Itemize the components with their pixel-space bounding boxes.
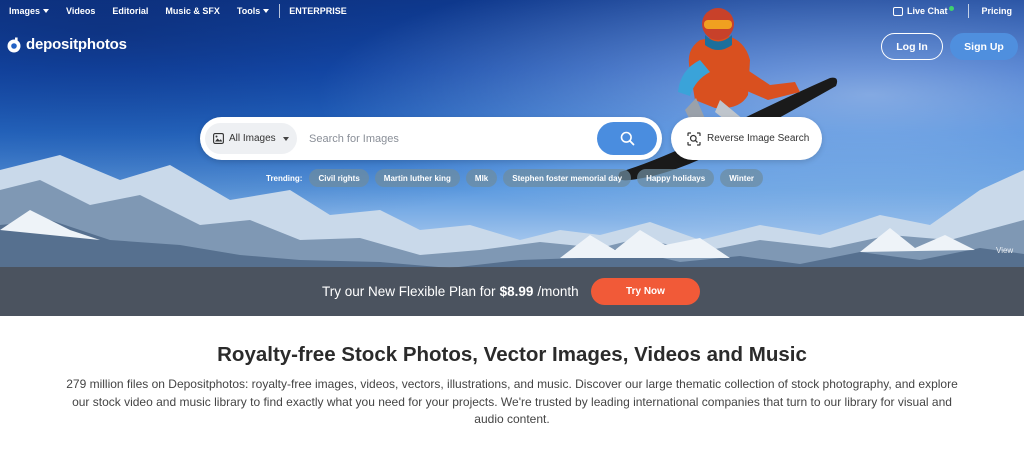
try-now-button[interactable]: Try Now (591, 278, 700, 305)
trending-chip[interactable]: Civil rights (309, 169, 369, 187)
promo-banner: Try our New Flexible Plan for $8.99 /mon… (0, 267, 1024, 316)
nav-music-sfx[interactable]: Music & SFX (165, 6, 220, 16)
pricing-link[interactable]: Pricing (981, 6, 1012, 16)
nav-right: Live Chat Pricing (892, 0, 1012, 22)
nav-enterprise[interactable]: ENTERPRISE (289, 6, 347, 16)
trending-chip[interactable]: Happy holidays (637, 169, 715, 187)
search-icon (620, 131, 634, 146)
login-button[interactable]: Log In (881, 33, 943, 60)
logo-icon (7, 37, 21, 52)
live-chat-label: Live Chat (906, 6, 948, 16)
nav-tools[interactable]: Tools (236, 6, 270, 16)
nav-editorial-label: Editorial (112, 6, 149, 16)
top-navigation: Images Videos Editorial Music & SFX Tool… (0, 0, 1024, 22)
signup-button[interactable]: Sign Up (950, 33, 1018, 60)
nav-divider (968, 4, 970, 18)
nav-tools-label: Tools (236, 6, 261, 16)
nav-videos[interactable]: Videos (66, 6, 95, 16)
trending-label: Trending: (266, 173, 303, 183)
page-headline: Royalty-free Stock Photos, Vector Images… (217, 343, 807, 366)
chevron-down-icon (263, 9, 270, 13)
depositphotos-logo[interactable]: depositphotos (6, 36, 127, 53)
trending-chip[interactable]: Winter (720, 169, 764, 187)
chevron-down-icon (282, 136, 289, 141)
nav-images-label: Images (9, 6, 41, 16)
promo-text-before: Try our New Flexible Plan for (322, 284, 496, 299)
chat-icon (892, 6, 903, 16)
chevron-down-icon (43, 9, 50, 13)
view-image-link[interactable]: View (996, 246, 1013, 255)
live-chat-link[interactable]: Live Chat (892, 5, 955, 16)
nav-divider (279, 4, 281, 18)
image-icon (213, 133, 224, 144)
nav-enterprise-label: ENTERPRISE (289, 6, 347, 16)
search-type-label: All Images (229, 133, 276, 144)
reverse-search-icon (687, 131, 701, 146)
nav-editorial[interactable]: Editorial (112, 6, 148, 16)
logo-text: depositphotos (26, 36, 127, 53)
search-bar: All Images (200, 117, 662, 160)
search-button[interactable] (597, 122, 657, 155)
trending-chip[interactable]: Martin luther king (374, 169, 460, 187)
promo-text-after: /month (537, 284, 579, 299)
search-type-dropdown[interactable]: All Images (205, 123, 297, 154)
promo-text: Try our New Flexible Plan for $8.99 /mon… (322, 267, 579, 316)
reverse-image-search-button[interactable]: Reverse Image Search (671, 117, 822, 160)
trending-chip[interactable]: Mlk (465, 169, 498, 187)
nav-videos-label: Videos (66, 6, 96, 16)
nav-music-sfx-label: Music & SFX (165, 6, 220, 16)
snowboarder-illustration (618, 8, 838, 181)
nav-images[interactable]: Images (9, 6, 50, 16)
online-status-dot (949, 5, 955, 11)
trending-bar: Trending: Civil rights Martin luther kin… (266, 169, 769, 187)
promo-price: $8.99 (499, 284, 534, 299)
trending-chip[interactable]: Stephen foster memorial day (503, 169, 632, 187)
search-input[interactable] (297, 117, 597, 160)
reverse-search-label: Reverse Image Search (707, 133, 810, 144)
page-description: 279 million files on Depositphotos: roya… (66, 377, 958, 426)
